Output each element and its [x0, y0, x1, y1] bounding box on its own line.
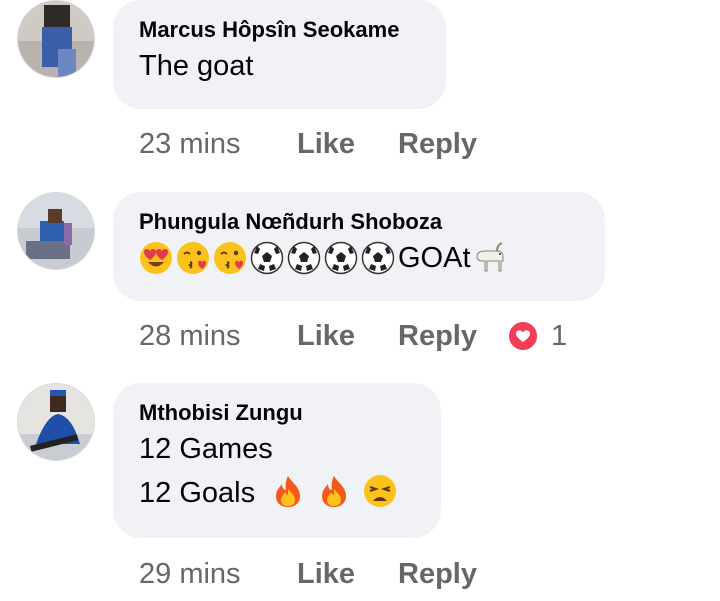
reply-button[interactable]: Reply: [398, 124, 477, 164]
like-button[interactable]: Like: [297, 316, 398, 356]
comment-timestamp[interactable]: 29 mins: [139, 554, 297, 594]
reply-button[interactable]: Reply: [398, 554, 477, 594]
kissing-heart-emoji: [176, 241, 210, 275]
reaction-summary[interactable]: 1: [507, 316, 567, 356]
like-button[interactable]: Like: [297, 554, 398, 594]
soccer-ball-emoji: [287, 241, 321, 275]
reaction-count: 1: [551, 320, 568, 352]
weary-face-emoji: [363, 474, 397, 508]
comment-text: The goat: [139, 50, 254, 82]
comment-actions: 28 mins Like Reply 1: [139, 316, 579, 356]
fire-emoji: [317, 474, 351, 508]
soccer-ball-emoji: [250, 241, 284, 275]
comment-bubble[interactable]: Mthobisi Zungu 12 Games 12 Goals: [113, 383, 441, 538]
comment-actions: 23 mins Like Reply: [139, 124, 477, 164]
kissing-heart-emoji: [213, 241, 247, 275]
soccer-ball-emoji: [324, 241, 358, 275]
like-button[interactable]: Like: [297, 124, 398, 164]
avatar[interactable]: [17, 383, 95, 461]
soccer-ball-emoji: [361, 241, 395, 275]
avatar[interactable]: [17, 0, 95, 78]
fire-emoji: [271, 474, 305, 508]
comment-actions: 29 mins Like Reply: [139, 554, 477, 594]
comment-text-line-1: 12 Games: [139, 433, 273, 465]
comment-timestamp[interactable]: 23 mins: [139, 124, 297, 164]
comment-text: GOAt: [139, 236, 579, 280]
heart-eyes-emoji: [139, 241, 173, 275]
comment-text-line-2: 12 Goals: [139, 471, 415, 515]
comment-timestamp[interactable]: 28 mins: [139, 316, 297, 356]
love-reaction-icon: [507, 320, 539, 352]
comment-author[interactable]: Phungula Nœñdurh Shoboza: [139, 208, 579, 236]
comment-text-goat-word: GOAt: [398, 242, 471, 274]
goat-emoji: [473, 241, 507, 275]
comment-author[interactable]: Mthobisi Zungu: [139, 399, 415, 427]
comment-text-goals: 12 Goals: [139, 477, 256, 509]
comment-author[interactable]: Marcus Hôpsîn Seokame: [139, 16, 420, 44]
avatar[interactable]: [17, 192, 95, 270]
comment-bubble[interactable]: Phungula Nœñdurh Shoboza GOAt: [113, 192, 605, 301]
reply-button[interactable]: Reply: [398, 316, 477, 356]
comment-bubble[interactable]: Marcus Hôpsîn Seokame The goat: [113, 0, 446, 109]
